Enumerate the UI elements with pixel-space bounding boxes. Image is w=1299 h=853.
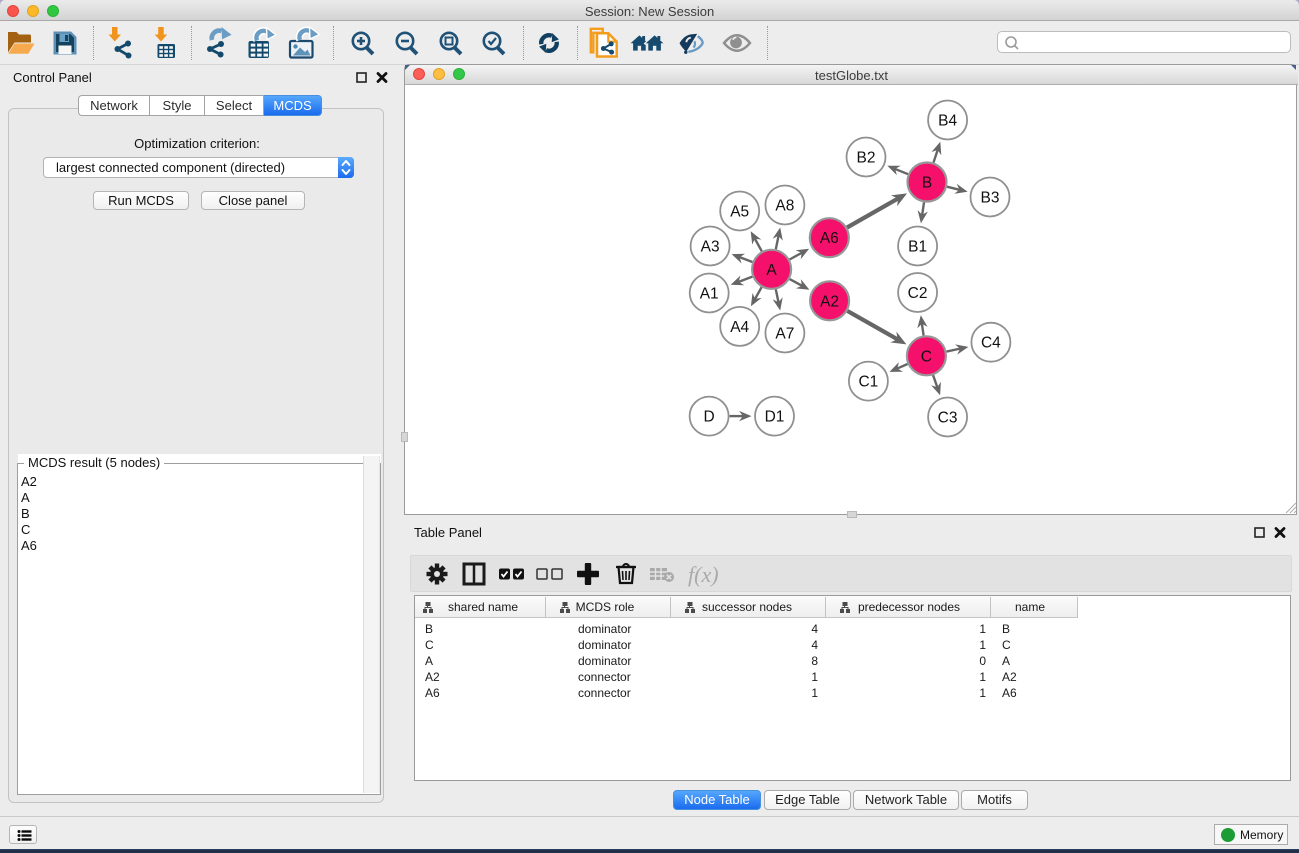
svg-text:D: D bbox=[703, 409, 714, 426]
svg-text:4: 4 bbox=[811, 638, 818, 652]
svg-text:1: 1 bbox=[979, 622, 986, 636]
svg-text:A3: A3 bbox=[701, 239, 720, 256]
svg-text:connector: connector bbox=[578, 686, 631, 700]
svg-text:1: 1 bbox=[811, 670, 818, 684]
svg-text:B: B bbox=[1002, 622, 1010, 636]
svg-text:A7: A7 bbox=[775, 326, 794, 343]
svg-text:C2: C2 bbox=[908, 285, 928, 302]
svg-text:A2: A2 bbox=[1002, 670, 1017, 684]
svg-text:shared name: shared name bbox=[448, 600, 518, 614]
svg-text:C: C bbox=[921, 348, 932, 365]
svg-text:4: 4 bbox=[811, 622, 818, 636]
svg-text:1: 1 bbox=[979, 638, 986, 652]
svg-text:A: A bbox=[766, 262, 777, 279]
svg-text:successor nodes: successor nodes bbox=[702, 600, 792, 614]
svg-text:C1: C1 bbox=[858, 374, 878, 391]
svg-text:predecessor nodes: predecessor nodes bbox=[858, 600, 960, 614]
svg-text:A6: A6 bbox=[425, 686, 440, 700]
svg-text:dominator: dominator bbox=[578, 622, 631, 636]
svg-text:A1: A1 bbox=[700, 286, 719, 303]
svg-text:connector: connector bbox=[578, 670, 631, 684]
svg-text:C: C bbox=[425, 638, 434, 652]
svg-text:A: A bbox=[425, 654, 433, 668]
svg-text:1: 1 bbox=[979, 670, 986, 684]
svg-text:1: 1 bbox=[979, 686, 986, 700]
svg-text:B1: B1 bbox=[908, 239, 927, 256]
svg-text:A6: A6 bbox=[820, 230, 839, 247]
svg-text:A2: A2 bbox=[820, 293, 839, 310]
svg-text:f(x): f(x) bbox=[688, 562, 719, 587]
svg-text:B3: B3 bbox=[981, 190, 1000, 207]
svg-text:A8: A8 bbox=[775, 198, 794, 215]
svg-text:A6: A6 bbox=[1002, 686, 1017, 700]
svg-text:B2: B2 bbox=[857, 150, 876, 167]
svg-text:C4: C4 bbox=[981, 335, 1001, 352]
svg-text:8: 8 bbox=[811, 654, 818, 668]
svg-text:D1: D1 bbox=[765, 409, 785, 426]
svg-text:name: name bbox=[1015, 600, 1045, 614]
svg-text:C3: C3 bbox=[938, 410, 958, 427]
svg-text:1: 1 bbox=[811, 686, 818, 700]
svg-text:dominator: dominator bbox=[578, 654, 631, 668]
svg-text:A4: A4 bbox=[730, 319, 749, 336]
svg-text:B: B bbox=[922, 175, 932, 192]
svg-text:MCDS role: MCDS role bbox=[576, 600, 635, 614]
svg-text:0: 0 bbox=[979, 654, 986, 668]
svg-text:A5: A5 bbox=[730, 204, 749, 221]
svg-text:dominator: dominator bbox=[578, 638, 631, 652]
svg-text:A: A bbox=[1002, 654, 1010, 668]
svg-text:C: C bbox=[1002, 638, 1011, 652]
svg-text:B4: B4 bbox=[938, 113, 957, 130]
svg-text:B: B bbox=[425, 622, 433, 636]
svg-text:A2: A2 bbox=[425, 670, 440, 684]
